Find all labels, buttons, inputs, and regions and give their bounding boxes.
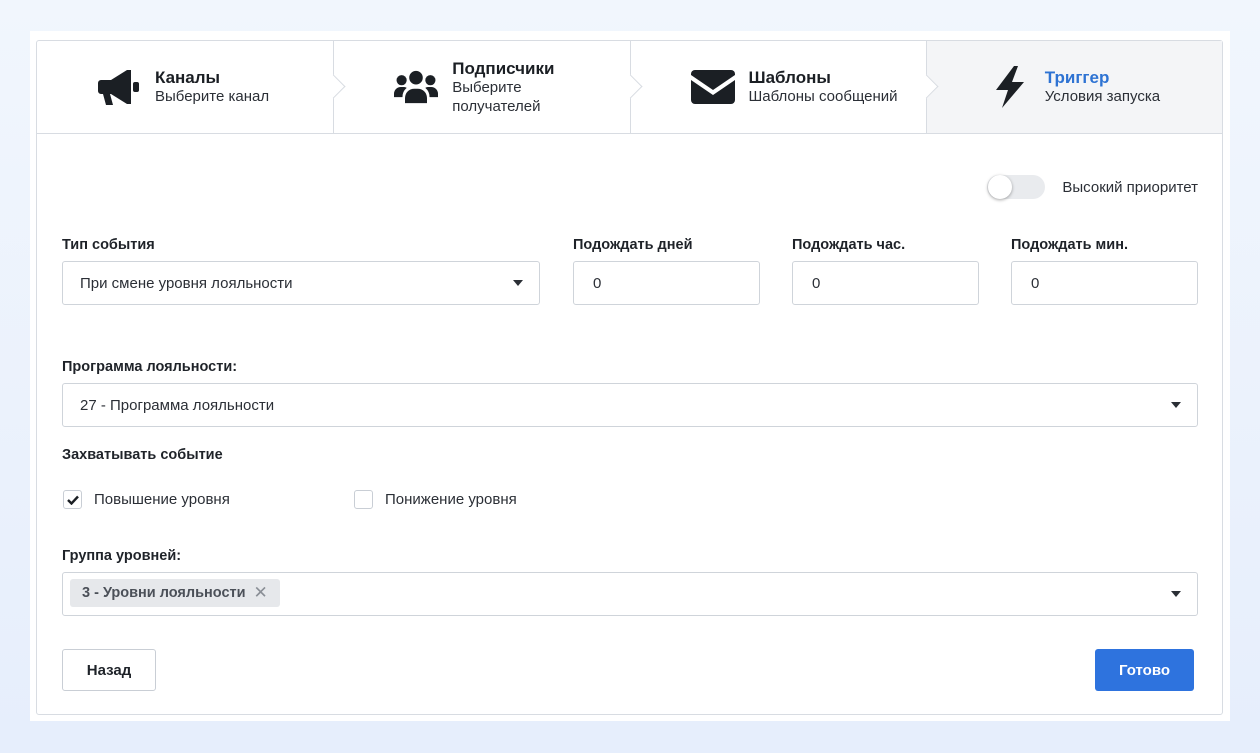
toggle-knob bbox=[988, 175, 1013, 199]
level-group-chip: 3 - Уровни лояльности ✕ bbox=[70, 579, 280, 607]
checkbox-box[interactable] bbox=[354, 490, 373, 509]
wait-minutes-value: 0 bbox=[1031, 274, 1040, 292]
wait-minutes-input[interactable]: 0 bbox=[1011, 261, 1198, 305]
wait-hours-value: 0 bbox=[812, 274, 821, 292]
page-panel: Каналы Выберите канал Подписчики Выберит… bbox=[30, 31, 1230, 721]
checkmark-icon bbox=[66, 495, 79, 505]
wait-hours-label: Подождать час. bbox=[792, 237, 906, 253]
step-subscribers[interactable]: Подписчики Выберите получателей bbox=[333, 41, 643, 133]
users-icon bbox=[394, 65, 439, 109]
chip-remove-icon[interactable]: ✕ bbox=[254, 583, 268, 603]
step-subtitle: Выберите канал bbox=[155, 88, 270, 105]
loyalty-program-select[interactable]: 27 - Программа лояльности bbox=[62, 383, 1198, 427]
step-title: Каналы bbox=[155, 68, 221, 87]
high-priority-toggle[interactable] bbox=[987, 175, 1046, 199]
event-type-select[interactable]: При смене уровня лояльности bbox=[62, 261, 540, 305]
level-down-checkbox[interactable]: Понижение уровня bbox=[354, 490, 517, 509]
priority-toggle-wrap: Высокий приоритет bbox=[987, 175, 1198, 199]
back-button[interactable]: Назад bbox=[62, 649, 156, 691]
level-up-label: Повышение уровня bbox=[94, 491, 230, 508]
level-group-multiselect[interactable]: 3 - Уровни лояльности ✕ bbox=[62, 572, 1198, 616]
level-group-label: Группа уровней: bbox=[62, 548, 182, 564]
chevron-down-icon bbox=[513, 280, 523, 286]
chip-label: 3 - Уровни лояльности bbox=[82, 585, 246, 601]
capture-event-label: Захватывать событие bbox=[62, 447, 223, 463]
wizard-steps: Каналы Выберите канал Подписчики Выберит… bbox=[37, 41, 1222, 134]
step-title: Подписчики bbox=[452, 58, 555, 78]
megaphone-icon bbox=[97, 65, 141, 109]
wait-days-value: 0 bbox=[593, 274, 602, 292]
lightning-icon bbox=[987, 65, 1031, 109]
event-type-label: Тип события bbox=[62, 237, 155, 253]
done-button[interactable]: Готово bbox=[1095, 649, 1194, 691]
level-up-checkbox[interactable]: Повышение уровня bbox=[63, 490, 230, 509]
checkbox-box[interactable] bbox=[63, 490, 82, 509]
event-type-value: При смене уровня лояльности bbox=[80, 274, 293, 292]
step-templates[interactable]: Шаблоны Шаблоны сообщений bbox=[629, 41, 939, 133]
step-subtitle: Выберите получателей bbox=[452, 78, 541, 115]
wait-hours-input[interactable]: 0 bbox=[792, 261, 979, 305]
step-trigger[interactable]: Триггер Условия запуска bbox=[925, 41, 1222, 133]
high-priority-label: Высокий приоритет bbox=[1062, 178, 1198, 196]
loyalty-program-value: 27 - Программа лояльности bbox=[80, 396, 275, 414]
wait-minutes-label: Подождать мин. bbox=[1011, 237, 1128, 253]
step-title: Триггер bbox=[1044, 68, 1110, 87]
step-title: Шаблоны bbox=[748, 68, 831, 87]
wait-days-input[interactable]: 0 bbox=[573, 261, 760, 305]
chevron-down-icon bbox=[1171, 402, 1181, 408]
step-channels[interactable]: Каналы Выберите канал bbox=[37, 41, 346, 133]
step-subtitle: Условия запуска bbox=[1044, 88, 1161, 105]
trigger-wizard-card: Каналы Выберите канал Подписчики Выберит… bbox=[36, 40, 1223, 715]
level-down-label: Понижение уровня bbox=[385, 491, 517, 508]
wait-days-label: Подождать дней bbox=[573, 237, 693, 253]
step-subtitle: Шаблоны сообщений bbox=[748, 88, 898, 105]
envelope-icon bbox=[690, 65, 735, 109]
loyalty-program-label: Программа лояльности: bbox=[62, 359, 238, 375]
chevron-down-icon bbox=[1171, 591, 1181, 597]
